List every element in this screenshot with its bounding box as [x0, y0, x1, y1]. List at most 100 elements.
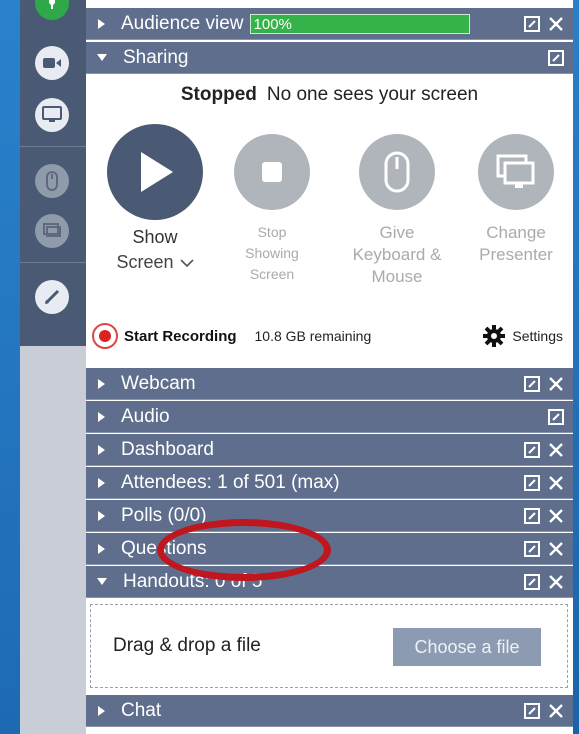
webcam-bar[interactable]: Webcam: [86, 368, 573, 400]
popout-icon[interactable]: [523, 441, 541, 459]
screen-share-icon[interactable]: [35, 98, 69, 132]
dashboard-label: Dashboard: [121, 438, 214, 460]
close-icon[interactable]: [547, 702, 565, 720]
settings-label: Settings: [512, 328, 563, 344]
mouse-icon[interactable]: [35, 164, 69, 198]
expand-arrow-icon[interactable]: [98, 444, 105, 455]
close-icon[interactable]: [547, 474, 565, 492]
questions-bar[interactable]: Questions: [86, 533, 573, 565]
stop-button[interactable]: [234, 134, 310, 210]
expand-arrow-icon[interactable]: [98, 705, 105, 716]
handouts-label: Handouts: 0 of 5: [123, 570, 263, 592]
popout-icon[interactable]: [547, 408, 565, 426]
recording-row: Start Recording 10.8 GB remaining Settin…: [92, 320, 563, 352]
expand-arrow-icon[interactable]: [98, 411, 105, 422]
expand-arrow-icon[interactable]: [98, 477, 105, 488]
close-icon[interactable]: [547, 441, 565, 459]
chat-label: Chat: [121, 699, 162, 721]
storage-remaining: 10.8 GB remaining: [254, 328, 372, 344]
audience-view-bar[interactable]: Audience view 100%: [86, 8, 573, 40]
close-icon[interactable]: [547, 375, 565, 393]
close-icon[interactable]: [547, 507, 565, 525]
attendees-bar[interactable]: Attendees: 1 of 501 (max): [86, 467, 573, 499]
change-label-line: Presenter: [479, 245, 553, 264]
sharing-status-text: No one sees your screen: [266, 84, 479, 105]
give-label-line: Mouse: [371, 267, 423, 286]
audience-progress-bar: 100%: [249, 13, 470, 34]
audience-percent: 100%: [253, 15, 292, 33]
collapse-arrow-icon[interactable]: [97, 578, 107, 585]
drop-zone-text: Drag & drop a file: [113, 635, 261, 656]
toolbar-divider: [20, 146, 86, 147]
attendees-label: Attendees: 1 of 501 (max): [121, 471, 340, 493]
popout-icon[interactable]: [523, 507, 541, 525]
popout-icon[interactable]: [523, 702, 541, 720]
mouse-icon: [384, 151, 410, 193]
give-keyboard-mouse-control: Give Keyboard & Mouse: [334, 134, 460, 288]
chat-bar[interactable]: Chat: [86, 695, 573, 727]
questions-label: Questions: [121, 537, 207, 559]
record-button[interactable]: [92, 323, 118, 349]
choose-file-button[interactable]: Choose a file: [393, 628, 541, 666]
change-presenter-button[interactable]: [478, 134, 554, 210]
popout-icon[interactable]: [523, 573, 541, 591]
popout-icon[interactable]: [523, 540, 541, 558]
audience-view-label: Audience view: [121, 12, 244, 34]
handouts-bar[interactable]: Handouts: 0 of 5: [86, 566, 573, 598]
screen-dropdown-value: Screen: [116, 252, 174, 272]
collapse-arrow-icon[interactable]: [97, 54, 107, 61]
close-icon[interactable]: [547, 540, 565, 558]
gear-icon: [483, 325, 506, 347]
give-label: Give Keyboard & Mouse: [334, 222, 460, 288]
give-label-line: Keyboard &: [352, 245, 442, 264]
expand-arrow-icon[interactable]: [98, 543, 105, 554]
popout-icon[interactable]: [547, 49, 565, 67]
side-toolbar: [20, 0, 86, 346]
screen-dropdown[interactable]: Screen: [116, 252, 194, 273]
expand-arrow-icon[interactable]: [98, 18, 105, 29]
popout-icon[interactable]: [523, 474, 541, 492]
dashboard-bar[interactable]: Dashboard: [86, 434, 573, 466]
give-keyboard-mouse-button[interactable]: [359, 134, 435, 210]
webcam-icon[interactable]: [35, 46, 69, 80]
stop-label-line: Screen: [249, 266, 295, 282]
sharing-status: Stopped No one sees your screen: [86, 84, 573, 106]
pencil-icon[interactable]: [35, 280, 69, 314]
change-label-line: Change: [486, 223, 546, 242]
toolbar-background: [20, 346, 86, 734]
polls-bar[interactable]: Polls (0/0): [86, 500, 573, 532]
presenter-icon[interactable]: [35, 214, 69, 248]
show-screen-control: Show Screen: [100, 124, 210, 273]
play-icon: [141, 152, 173, 192]
chevron-down-icon: [179, 258, 194, 267]
desktop-background-strip: [0, 0, 20, 734]
stop-showing-control: Stop Showing Screen: [224, 134, 320, 285]
close-icon[interactable]: [547, 573, 565, 591]
expand-arrow-icon[interactable]: [98, 378, 105, 389]
audio-bar[interactable]: Audio: [86, 401, 573, 433]
give-label-line: Give: [379, 223, 415, 242]
toolbar-divider: [20, 262, 86, 263]
expand-arrow-icon[interactable]: [98, 510, 105, 521]
sharing-label: Sharing: [123, 46, 189, 68]
gotomeeting-control-panel: Audience view 100% Sharing Stopped No one…: [86, 0, 573, 734]
presenter-icon: [496, 154, 535, 188]
sharing-bar[interactable]: Sharing: [86, 42, 573, 74]
stop-label-line: Stop: [257, 224, 287, 240]
stop-label: Stop Showing Screen: [224, 222, 320, 285]
change-label: Change Presenter: [466, 222, 566, 266]
sharing-status-strong: Stopped: [180, 84, 257, 105]
stop-label-line: Showing: [245, 245, 299, 261]
start-recording-label[interactable]: Start Recording: [124, 328, 237, 345]
handouts-drop-zone[interactable]: Drag & drop a file Choose a file: [90, 604, 568, 688]
popout-icon[interactable]: [523, 375, 541, 393]
close-icon[interactable]: [547, 15, 565, 33]
change-presenter-control: Change Presenter: [466, 134, 566, 266]
popout-icon[interactable]: [523, 15, 541, 33]
settings-button[interactable]: Settings: [482, 324, 563, 348]
show-label: Show: [132, 227, 178, 247]
webcam-label: Webcam: [121, 372, 196, 394]
mic-icon[interactable]: [35, 0, 69, 20]
play-button[interactable]: [107, 124, 203, 220]
polls-label: Polls (0/0): [121, 504, 207, 526]
